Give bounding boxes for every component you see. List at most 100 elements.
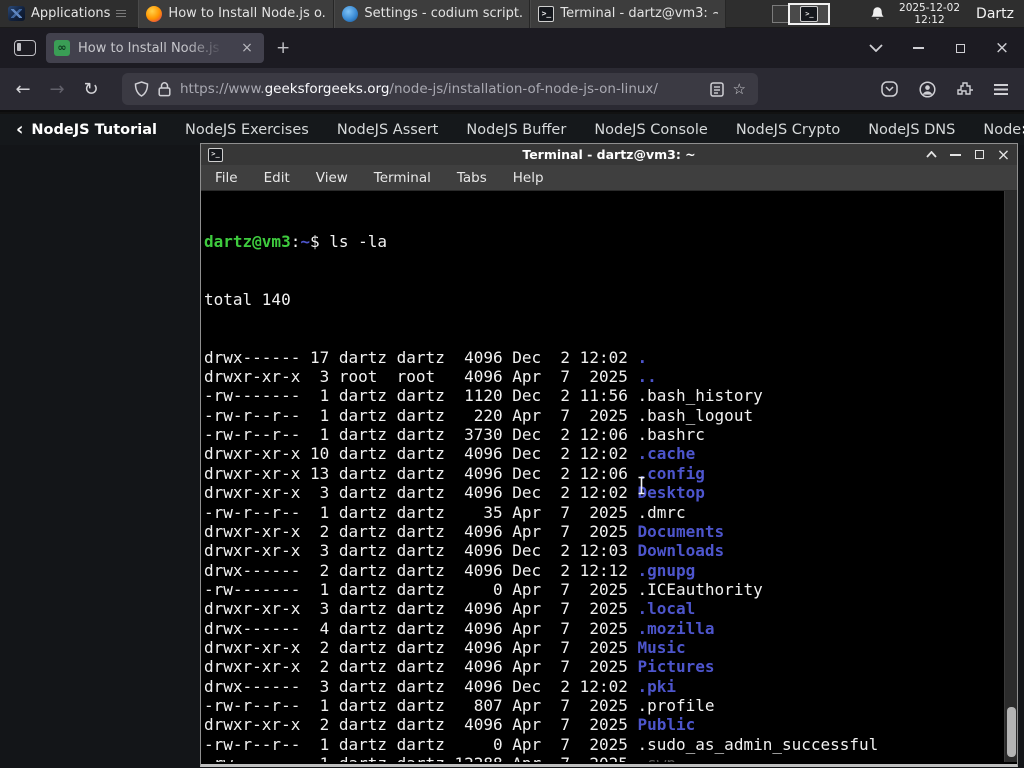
taskbar-window-button[interactable]: >_ Terminal - dartz@vm3: ~ (530, 0, 727, 28)
workspace-2-active[interactable]: >_ (788, 2, 831, 25)
url-bar[interactable]: https://www.geeksforgeeks.org/node-js/in… (122, 73, 758, 105)
terminal-line: -rw------- 1 dartz dartz 1120 Dec 2 11:5… (204, 386, 878, 405)
terminal-window: >_ Terminal - dartz@vm3: ~ × File Edit Vie… (200, 143, 1018, 767)
taskbar-window-button[interactable]: How to Install Node.js o... (138, 0, 335, 28)
browser-maximize-button[interactable] (952, 40, 968, 56)
applications-menu-button[interactable]: Applications (0, 0, 134, 28)
terminal-menu-help[interactable]: Help (513, 170, 544, 186)
line-meta: drwx------ 2 dartz dartz 4096 Dec 2 12:1… (204, 560, 638, 580)
pocket-save-icon[interactable] (881, 81, 898, 97)
terminal-line: drwxr-xr-x 3 dartz dartz 4096 Dec 2 12:0… (204, 483, 878, 502)
line-filename: .gnupg (637, 560, 696, 580)
site-nav-items: NodeJS Tutorial NodeJS Exercises NodeJS As… (31, 122, 1021, 138)
line-meta: -rw------- 1 dartz dartz 12288 Apr 7 202… (204, 754, 637, 762)
terminal-scrollbar[interactable] (1004, 191, 1017, 762)
site-nav-item[interactable]: Node (983, 122, 1021, 138)
firefox-icon (146, 5, 163, 22)
notification-bell-icon[interactable] (870, 6, 885, 22)
terminal-line: -rw------- 1 dartz dartz 0 Apr 7 2025 .I… (204, 580, 878, 599)
terminal-close-button[interactable]: × (997, 145, 1010, 164)
account-icon[interactable] (919, 80, 936, 98)
terminal-line: drwx------ 3 dartz dartz 4096 Dec 2 12:0… (204, 677, 878, 696)
browser-toolbar: ← → ↻ https://www.geeksforgeeks.org/node… (0, 68, 1024, 112)
site-nav-item[interactable]: NodeJS Buffer (466, 122, 566, 138)
browser-minimize-button[interactable] (910, 40, 926, 56)
nav-scroll-left-icon[interactable]: ‹ (16, 119, 23, 140)
terminal-scrollbar-thumb[interactable] (1007, 707, 1016, 757)
line-meta: drwxr-xr-x 2 dartz dartz 4096 Apr 7 2025 (204, 637, 638, 657)
line-filename: .swp (637, 754, 676, 762)
terminal-titlebar[interactable]: >_ Terminal - dartz@vm3: ~ × (201, 144, 1017, 165)
line-meta: drwxr-xr-x 3 dartz dartz 4096 Dec 2 12:0… (204, 541, 638, 561)
line-meta: drwxr-xr-x 13 dartz dartz 4096 Dec 2 12:… (204, 463, 638, 483)
url-text: https://www.geeksforgeeks.org/node-js/in… (180, 81, 701, 97)
site-nav-item[interactable]: NodeJS Assert (337, 122, 439, 138)
terminal-line: drwx------ 2 dartz dartz 4096 Dec 2 12:1… (204, 561, 878, 580)
terminal-line: drwxr-xr-x 2 dartz dartz 4096 Apr 7 2025… (204, 522, 878, 541)
top-panel: Applications How to Install Node.js o...… (0, 0, 1024, 28)
menu-lines-icon (116, 9, 127, 18)
reload-button[interactable]: ↻ (74, 79, 108, 100)
terminal-menu-file[interactable]: File (215, 170, 238, 186)
taskbar-windows: How to Install Node.js o... Settings - co… (138, 0, 727, 28)
shield-icon[interactable] (134, 81, 149, 97)
tab-close-icon[interactable]: × (238, 40, 256, 56)
line-meta: -rw------- 1 dartz dartz 1120 Dec 2 11:5… (204, 386, 638, 406)
user-menu[interactable]: Dartz (974, 6, 1014, 22)
terminal-menu-edit[interactable]: Edit (264, 170, 290, 186)
terminal-minimize-button[interactable] (949, 148, 962, 161)
url-domain: geeksforgeeks.org (264, 81, 390, 97)
line-filename: Desktop (637, 483, 705, 503)
bookmark-star-icon[interactable]: ☆ (733, 80, 746, 98)
line-filename: Downloads (637, 541, 725, 561)
terminal-menu-terminal[interactable]: Terminal (374, 170, 431, 186)
lock-icon[interactable] (158, 81, 171, 97)
line-filename: .bash_history (637, 386, 763, 406)
terminal-shade-button[interactable] (925, 148, 938, 161)
clock-time: 12:12 (914, 13, 945, 26)
terminal-icon: >_ (538, 5, 555, 22)
extensions-icon[interactable] (957, 81, 973, 97)
terminal-line: -rw-r--r-- 1 dartz dartz 35 Apr 7 2025 .… (204, 503, 878, 522)
firefox-view-icon[interactable] (14, 40, 36, 56)
line-filename: .ICEauthority (637, 579, 763, 599)
terminal-menu-view[interactable]: View (316, 170, 348, 186)
browser-tab-active[interactable]: ∞ How to Install Node.js on × (46, 33, 264, 63)
reader-view-icon[interactable] (709, 81, 724, 97)
line-filename: .dmrc (637, 502, 686, 522)
line-meta: -rw-r--r-- 1 dartz dartz 3730 Dec 2 12:0… (204, 425, 638, 445)
forward-button[interactable]: → (40, 79, 74, 100)
list-tabs-chevron-icon[interactable] (868, 40, 884, 56)
terminal-menu-tabs[interactable]: Tabs (457, 170, 487, 186)
taskbar-window-button[interactable]: Settings - codium script... (334, 0, 531, 28)
line-filename: Music (637, 637, 686, 657)
site-nav-item[interactable]: NodeJS Console (594, 122, 708, 138)
site-nav-item[interactable]: NodeJS DNS (868, 122, 955, 138)
new-tab-button[interactable]: + (264, 36, 302, 60)
back-button[interactable]: ← (6, 79, 40, 100)
clock[interactable]: 2025-12-02 12:12 (899, 2, 960, 26)
browser-close-button[interactable]: × (994, 38, 1010, 58)
line-meta: drwxr-xr-x 2 dartz dartz 4096 Apr 7 2025 (204, 715, 638, 735)
terminal-menubar: File Edit View Terminal Tabs Help (201, 165, 1017, 191)
app-menu-icon[interactable] (994, 83, 1008, 95)
line-filename: .profile (637, 695, 715, 715)
line-meta: drwxr-xr-x 3 root root 4096 Apr 7 2025 (204, 367, 638, 387)
line-filename: .sudo_as_admin_successful (637, 734, 879, 754)
terminal-maximize-button[interactable] (973, 148, 986, 161)
line-filename: .mozilla (637, 618, 715, 638)
terminal-line: -rw-r--r-- 1 dartz dartz 220 Apr 7 2025 … (204, 406, 878, 425)
terminal-line: drwxr-xr-x 2 dartz dartz 4096 Apr 7 2025… (204, 638, 878, 657)
terminal-line: drwxr-xr-x 3 dartz dartz 4096 Apr 7 2025… (204, 599, 878, 618)
terminal-body[interactable]: dartz@vm3:~$ ls -la total 140 drwx------… (201, 191, 1017, 762)
site-nav-item[interactable]: NodeJS Crypto (736, 122, 840, 138)
site-nav-item[interactable]: NodeJS Exercises (185, 122, 309, 138)
line-filename: .config (637, 463, 705, 483)
toolbar-right-icons (881, 80, 1024, 98)
workspace-pager[interactable]: >_ (770, 2, 832, 26)
line-filename: Public (637, 715, 696, 735)
terminal-line: drwxr-xr-x 10 dartz dartz 4096 Dec 2 12:… (204, 444, 878, 463)
terminal-line: drwxr-xr-x 2 dartz dartz 4096 Apr 7 2025… (204, 715, 878, 734)
site-nav-item[interactable]: NodeJS Tutorial (31, 122, 157, 138)
terminal-prompt-line: dartz@vm3:~$ ls -la (204, 231, 388, 251)
